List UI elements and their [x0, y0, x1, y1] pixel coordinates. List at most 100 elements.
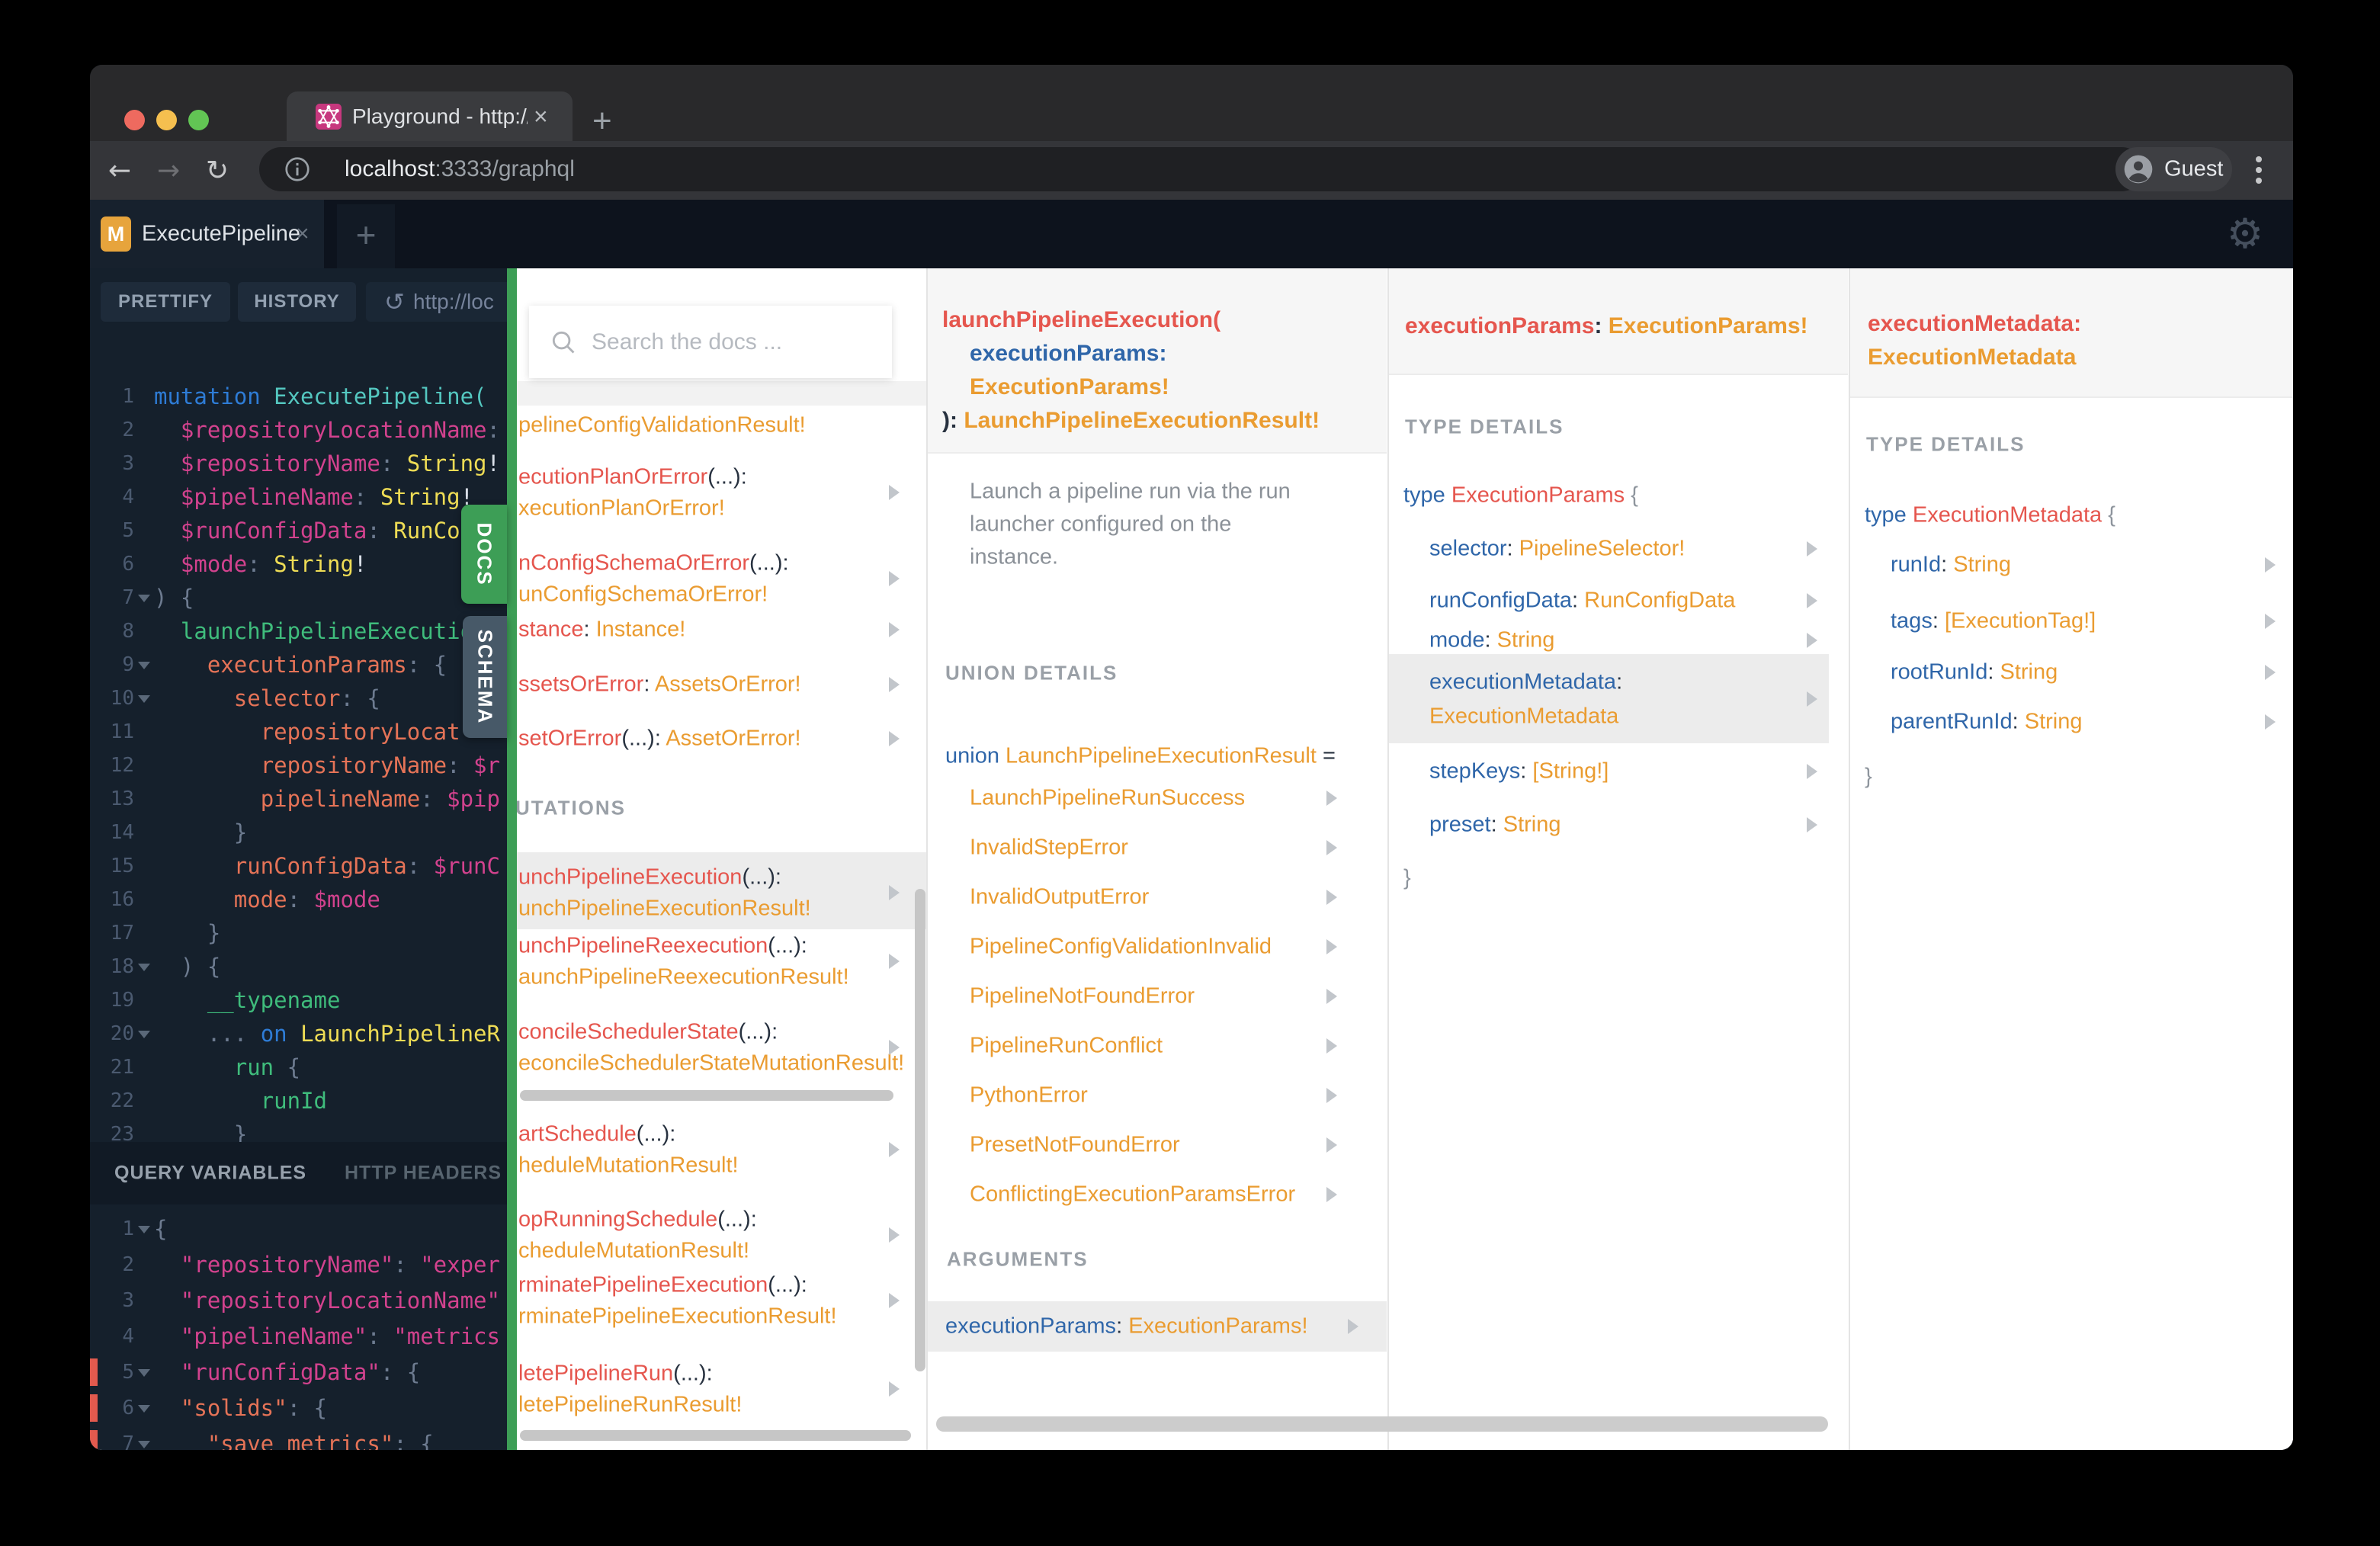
doc-row[interactable]: }: [1403, 866, 1411, 891]
doc-row[interactable]: executionParams: ExecutionParams!: [945, 1314, 1308, 1339]
doc-row[interactable]: cheduleMutationResult!: [518, 1239, 749, 1264]
doc-row[interactable]: ExecutionMetadata: [1429, 704, 1618, 730]
chevron-right-icon[interactable]: [1807, 593, 1817, 608]
chevron-right-icon[interactable]: [889, 731, 900, 746]
browser-tab[interactable]: Playground - http://localhost:3 ×: [287, 91, 573, 141]
col1-bottom-scrollbar[interactable]: [520, 1430, 911, 1441]
doc-row[interactable]: ARGUMENTS: [947, 1247, 1089, 1272]
chevron-right-icon[interactable]: [1326, 989, 1337, 1004]
doc-row[interactable]: type ExecutionMetadata {: [1865, 503, 2115, 528]
chevron-right-icon[interactable]: [1807, 691, 1817, 707]
doc-row[interactable]: executionParams:: [970, 341, 1166, 367]
doc-row[interactable]: UTATIONS: [517, 796, 626, 821]
doc-row[interactable]: PipelineConfigValidationInvalid: [970, 935, 1272, 960]
browser-new-tab-button[interactable]: +: [592, 104, 612, 138]
doc-row[interactable]: xecutionPlanOrError!: [518, 496, 725, 521]
doc-row[interactable]: letePipelineRunResult!: [518, 1393, 742, 1418]
doc-row[interactable]: ExecutionParams!: [970, 374, 1169, 400]
tab-docs[interactable]: DOCS: [461, 505, 507, 604]
chevron-right-icon[interactable]: [889, 1142, 900, 1157]
doc-row[interactable]: econcileSchedulerStateMutationResult!: [518, 1051, 904, 1076]
doc-row[interactable]: stepKeys: [String!]: [1429, 759, 1609, 784]
doc-row[interactable]: launcher configured on the: [970, 512, 1231, 537]
docs-horizontal-scrollbar[interactable]: [936, 1416, 1828, 1432]
doc-row[interactable]: ecutionPlanOrError(...):: [518, 465, 747, 490]
chevron-right-icon[interactable]: [889, 1227, 900, 1243]
chevron-right-icon[interactable]: [889, 1040, 900, 1055]
chevron-right-icon[interactable]: [889, 622, 900, 637]
doc-row[interactable]: ssetsOrError: AssetsOrError!: [518, 672, 801, 698]
chevron-right-icon[interactable]: [1326, 1137, 1337, 1153]
chevron-right-icon[interactable]: [2265, 714, 2276, 730]
doc-row[interactable]: TYPE DETAILS: [1866, 432, 2025, 457]
doc-row[interactable]: PresetNotFoundError: [970, 1133, 1180, 1158]
chevron-right-icon[interactable]: [2265, 557, 2276, 573]
doc-row[interactable]: pelineConfigValidationResult!: [518, 413, 806, 438]
doc-row[interactable]: preset: String: [1429, 813, 1561, 838]
forward-icon[interactable]: →: [157, 155, 180, 186]
doc-row[interactable]: opRunningSchedule(...):: [518, 1208, 757, 1233]
doc-row[interactable]: PipelineNotFoundError: [970, 984, 1195, 1009]
doc-row[interactable]: selector: PipelineSelector!: [1429, 537, 1685, 562]
doc-row[interactable]: tags: [ExecutionTag!]: [1891, 609, 2096, 634]
col1-vertical-scrollbar[interactable]: [915, 889, 925, 1371]
zoom-window-button[interactable]: [188, 110, 209, 130]
query-variables-editor[interactable]: 1{2 "repositoryName": "exper 3 "repositor…: [90, 268, 517, 1450]
doc-row[interactable]: TYPE DETAILS: [1405, 415, 1564, 440]
doc-row[interactable]: type ExecutionParams {: [1403, 483, 1638, 508]
doc-row[interactable]: unchPipelineReexecution(...):: [518, 934, 807, 959]
playground-new-tab-button[interactable]: +: [337, 204, 395, 268]
chevron-right-icon[interactable]: [1326, 1187, 1337, 1202]
chevron-right-icon[interactable]: [1348, 1319, 1358, 1334]
doc-row[interactable]: stance: Instance!: [518, 617, 685, 643]
doc-row[interactable]: unchPipelineExecution(...):: [518, 865, 781, 890]
site-info-icon[interactable]: [284, 156, 311, 183]
chevron-right-icon[interactable]: [1326, 939, 1337, 954]
playground-tab-executepipeline[interactable]: M ExecutePipeline ×: [90, 200, 324, 268]
doc-row[interactable]: aunchPipelineReexecutionResult!: [518, 965, 849, 990]
chevron-right-icon[interactable]: [889, 485, 900, 500]
chevron-right-icon[interactable]: [889, 677, 900, 692]
profile-button[interactable]: Guest: [2115, 147, 2232, 191]
doc-row[interactable]: ExecutionMetadata: [1868, 345, 2076, 370]
chevron-right-icon[interactable]: [1326, 1088, 1337, 1103]
minimize-window-button[interactable]: [156, 110, 177, 130]
tab-schema[interactable]: SCHEMA: [463, 616, 507, 738]
doc-row[interactable]: mode: String: [1429, 628, 1554, 653]
doc-row[interactable]: runId: String: [1891, 553, 2011, 578]
playground-tab-close-icon[interactable]: ×: [296, 221, 310, 247]
doc-row[interactable]: heduleMutationResult!: [518, 1153, 739, 1179]
doc-row[interactable]: union LaunchPipelineExecutionResult =: [945, 744, 1336, 769]
doc-row[interactable]: executionMetadata:: [1868, 311, 2081, 337]
doc-row[interactable]: concileSchedulerState(...):: [518, 1020, 778, 1045]
doc-row[interactable]: }: [1865, 765, 1872, 790]
back-icon[interactable]: ←: [108, 155, 131, 186]
browser-menu-icon[interactable]: [2255, 152, 2263, 188]
doc-row[interactable]: PythonError: [970, 1083, 1088, 1108]
doc-row[interactable]: ConflictingExecutionParamsError: [970, 1182, 1295, 1208]
doc-row[interactable]: executionParams: ExecutionParams!: [1405, 313, 1808, 339]
doc-row[interactable]: ): LaunchPipelineExecutionResult!: [942, 408, 1320, 434]
doc-row[interactable]: nConfigSchemaOrError(...):: [518, 551, 789, 576]
doc-row[interactable]: artSchedule(...):: [518, 1122, 675, 1147]
browser-tab-close-icon[interactable]: ×: [534, 102, 548, 130]
doc-row[interactable]: InvalidOutputError: [970, 885, 1149, 910]
chevron-right-icon[interactable]: [1807, 817, 1817, 832]
chevron-right-icon[interactable]: [1807, 541, 1817, 556]
doc-row[interactable]: instance.: [970, 545, 1058, 570]
doc-row[interactable]: runConfigData: RunConfigData: [1429, 589, 1735, 614]
doc-row[interactable]: setOrError(...): AssetOrError!: [518, 726, 801, 752]
settings-gear-icon[interactable]: ⚙: [2218, 200, 2272, 268]
doc-row[interactable]: launchPipelineExecution(: [942, 307, 1220, 333]
close-window-button[interactable]: [124, 110, 145, 130]
doc-row[interactable]: InvalidStepError: [970, 836, 1128, 861]
chevron-right-icon[interactable]: [1326, 1038, 1337, 1054]
doc-row[interactable]: rminatePipelineExecution(...):: [518, 1273, 807, 1298]
doc-row[interactable]: rminatePipelineExecutionResult!: [518, 1304, 837, 1329]
chevron-right-icon[interactable]: [889, 954, 900, 969]
doc-row[interactable]: rootRunId: String: [1891, 660, 2058, 685]
chevron-right-icon[interactable]: [1807, 633, 1817, 648]
chevron-right-icon[interactable]: [1326, 890, 1337, 905]
col1-horizontal-scrollbar[interactable]: [520, 1090, 893, 1101]
doc-row[interactable]: unConfigSchemaOrError!: [518, 582, 768, 608]
